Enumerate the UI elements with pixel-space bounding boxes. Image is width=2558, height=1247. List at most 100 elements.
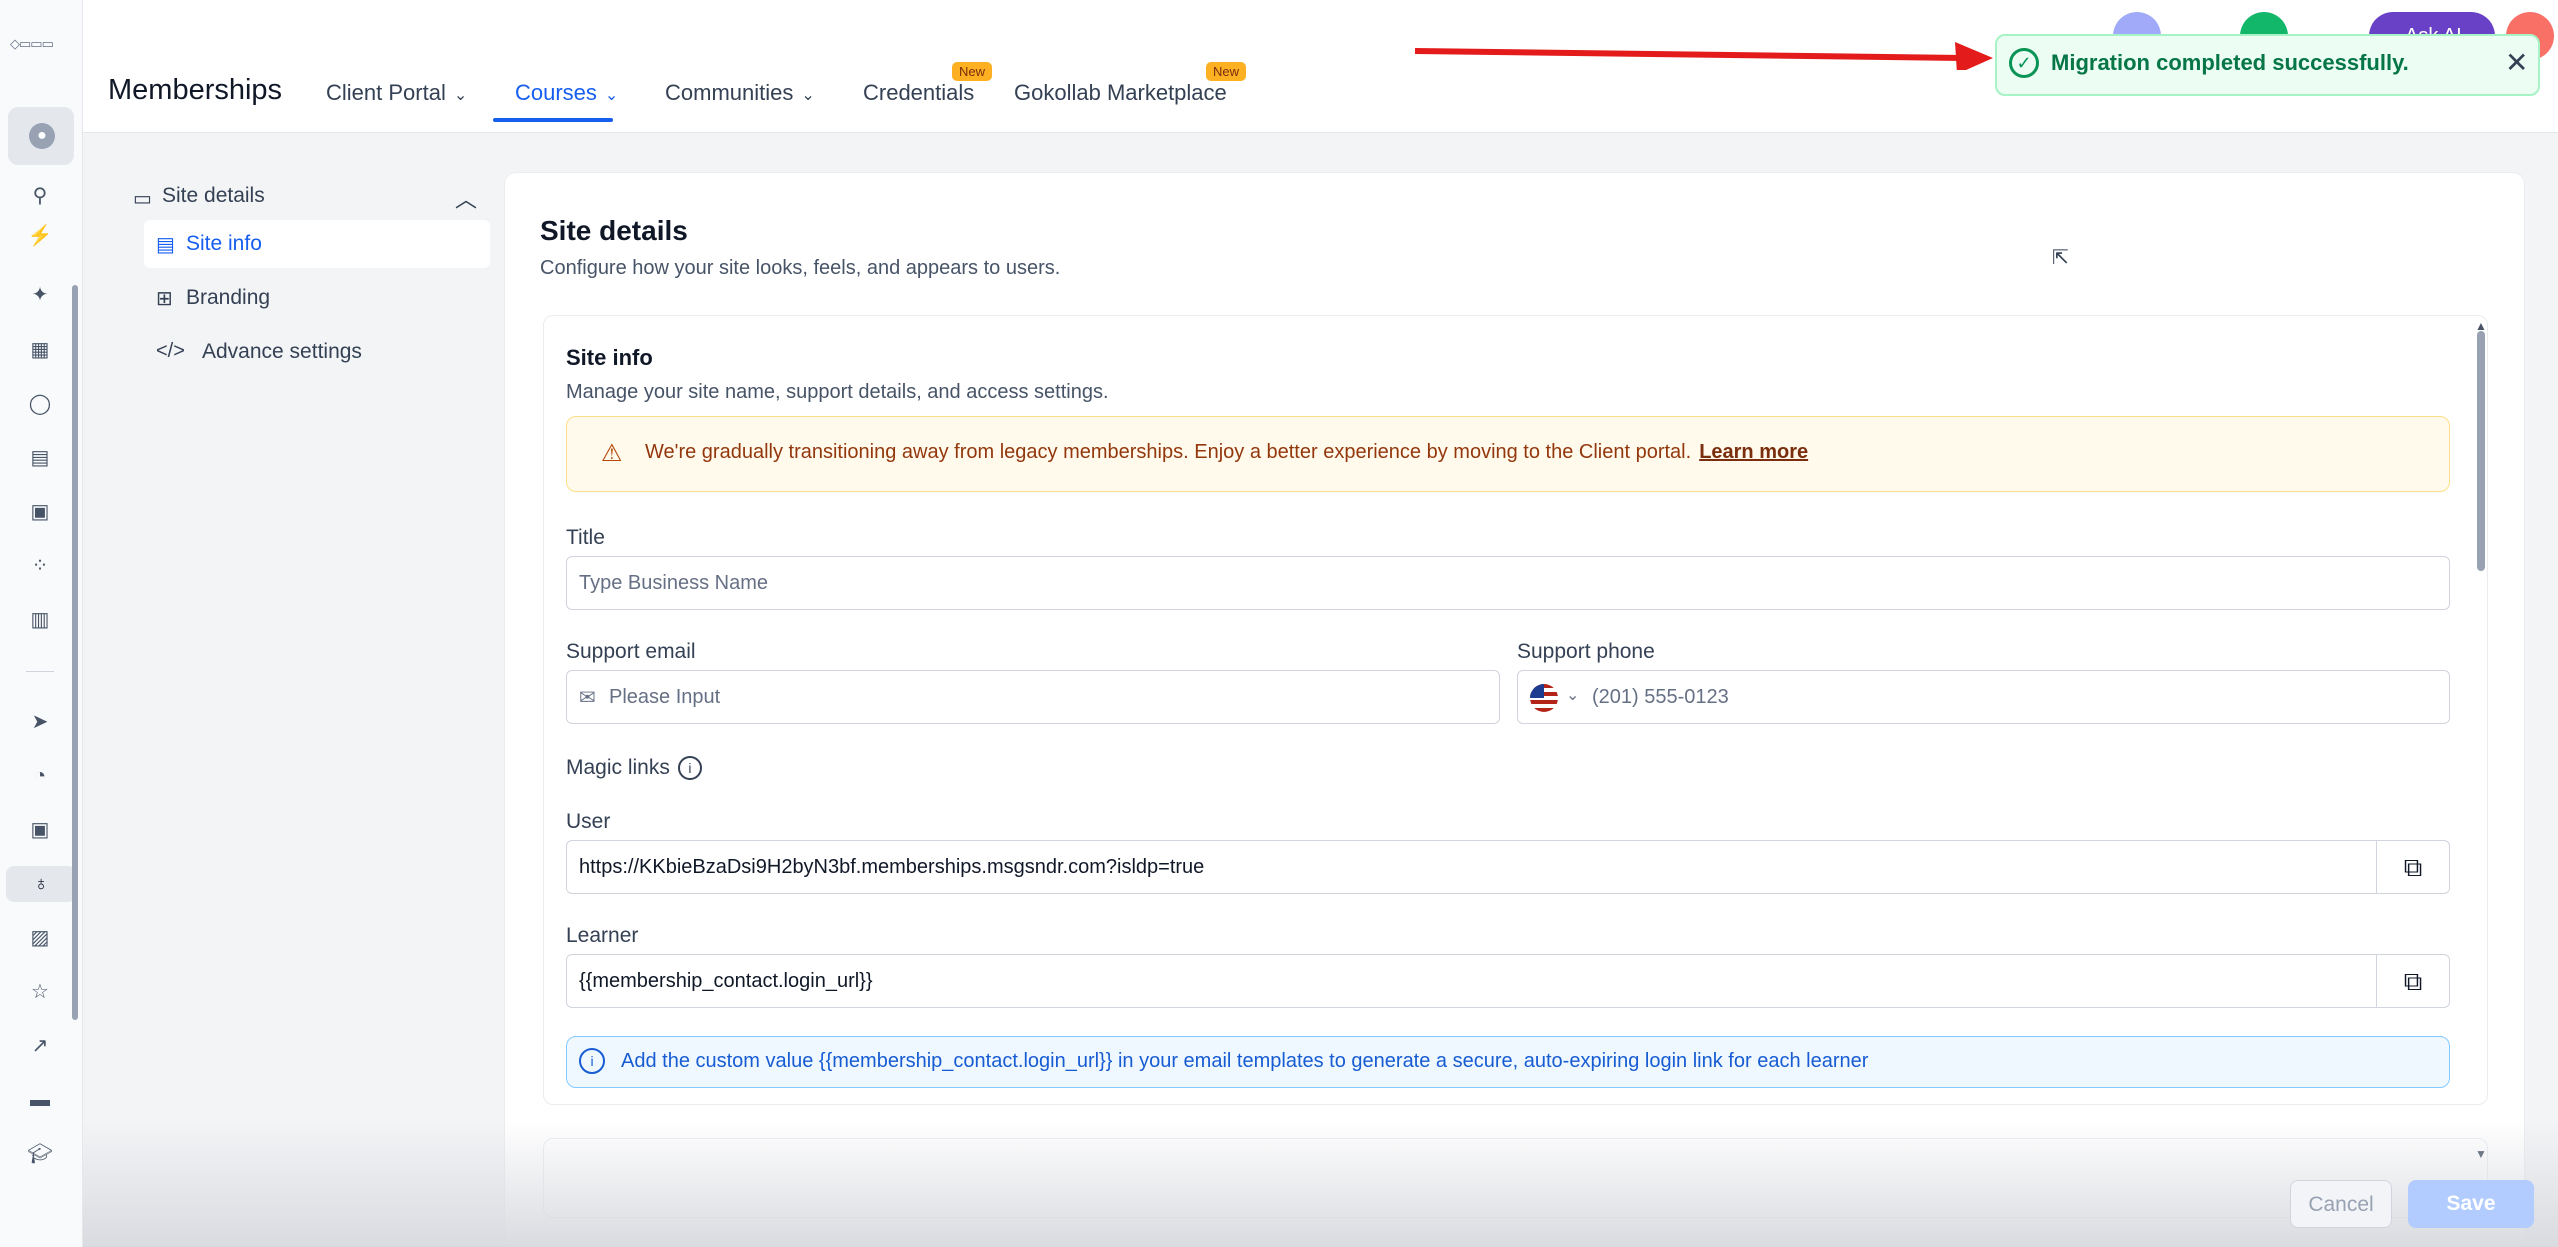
page-subtitle: Configure how your site looks, feels, an… bbox=[540, 257, 1061, 279]
subnav-item-branding[interactable]: ⊞ Branding bbox=[144, 274, 490, 322]
title-label: Title bbox=[566, 526, 605, 549]
payments-icon[interactable]: ▥ bbox=[20, 602, 60, 638]
toast-message: Migration completed successfully. bbox=[2051, 50, 2409, 75]
send-icon[interactable]: ➤ bbox=[20, 704, 60, 740]
tab-label: Courses bbox=[515, 80, 597, 105]
code-icon: </> bbox=[156, 340, 185, 362]
section-subtitle: Manage your site name, support details, … bbox=[566, 381, 1109, 403]
tab-label: Communities bbox=[665, 80, 794, 105]
success-toast: ✓ Migration completed successfully. ✕ bbox=[1995, 34, 2540, 96]
money-icon[interactable]: ▬ bbox=[20, 1082, 60, 1118]
save-button[interactable]: Save bbox=[2408, 1180, 2534, 1228]
user-magic-link-field[interactable]: https://KKbieBzaDsi9H2byN3bf.memberships… bbox=[566, 840, 2450, 894]
info-icon: i bbox=[579, 1048, 605, 1074]
support-email-label: Support email bbox=[566, 640, 696, 663]
user-magic-link-value: https://KKbieBzaDsi9H2byN3bf.memberships… bbox=[579, 856, 1205, 878]
subnav-header-label: Site details bbox=[162, 184, 265, 207]
warning-triangle-icon: ⚠ bbox=[601, 440, 623, 467]
user-label: User bbox=[566, 810, 611, 833]
section-title: Site info bbox=[566, 345, 653, 370]
copy-icon[interactable]: ⧉ bbox=[2376, 841, 2449, 893]
tab-gokollab-marketplace[interactable]: Gokollab Marketplace bbox=[1014, 80, 1227, 106]
new-badge: New bbox=[952, 62, 993, 81]
close-icon[interactable]: ✕ bbox=[2505, 46, 2528, 79]
title-input[interactable]: Type Business Name bbox=[566, 556, 2450, 610]
learner-magic-link-field[interactable]: {{membership_contact.login_url}} ⧉ bbox=[566, 954, 2450, 1008]
login-url-info-note: i Add the custom value {{membership_cont… bbox=[566, 1036, 2450, 1088]
tab-credentials[interactable]: Credentials bbox=[863, 80, 974, 106]
copy-icon[interactable]: ⧉ bbox=[2376, 955, 2449, 1007]
warning-text: We're gradually transitioning away from … bbox=[645, 441, 1692, 463]
subnav-item-site-info[interactable]: ▤ Site info bbox=[144, 220, 490, 268]
tab-courses[interactable]: Courses ⌄ bbox=[515, 80, 618, 106]
subnav-item-label: Advance settings bbox=[202, 340, 362, 363]
tab-communities[interactable]: Communities ⌄ bbox=[665, 80, 815, 106]
subnav-site-details[interactable]: ▭ Site details ︿ bbox=[133, 182, 483, 216]
info-note-text: Add the custom value {{membership_contac… bbox=[621, 1050, 1869, 1072]
title-placeholder: Type Business Name bbox=[579, 572, 768, 594]
trend-icon[interactable]: ↗ bbox=[20, 1028, 60, 1064]
learner-magic-link-value: {{membership_contact.login_url}} bbox=[579, 970, 873, 992]
tab-label: Gokollab Marketplace bbox=[1014, 80, 1227, 105]
sparkles-icon[interactable]: ✦ bbox=[20, 277, 60, 313]
chat-icon[interactable]: ◯ bbox=[20, 386, 60, 422]
mail-icon: ✉ bbox=[579, 687, 596, 709]
support-phone-input[interactable]: ⌄ (201) 555-0123 bbox=[1517, 670, 2450, 724]
new-badge: New bbox=[1206, 62, 1247, 81]
support-phone-label: Support phone bbox=[1517, 640, 1655, 663]
site-details-panel: Site details Configure how your site loo… bbox=[504, 172, 2525, 1247]
tab-client-portal[interactable]: Client Portal ⌄ bbox=[326, 80, 467, 106]
us-flag-icon[interactable] bbox=[1530, 684, 1558, 712]
id-card-icon: ▤ bbox=[156, 234, 175, 256]
next-section-card bbox=[543, 1138, 2488, 1218]
sites-icon[interactable]: ▣ bbox=[20, 812, 60, 848]
support-phone-placeholder: (201) 555-0123 bbox=[1592, 686, 1729, 708]
subnav-item-label: Site info bbox=[186, 232, 262, 255]
tab-label: Credentials bbox=[863, 80, 975, 105]
subnav-item-advance-settings[interactable]: </> Advance settings bbox=[144, 328, 490, 376]
support-email-input[interactable]: ✉ Please Input bbox=[566, 670, 1500, 724]
layout-icon: ⊞ bbox=[156, 288, 173, 310]
network-icon[interactable]: ⁘ bbox=[20, 548, 60, 584]
magic-links-label: Magic links bbox=[566, 756, 670, 779]
chevron-down-icon: ⌄ bbox=[453, 87, 468, 104]
chevron-down-icon[interactable]: ⌄ bbox=[1566, 685, 1579, 705]
lightning-icon[interactable]: ⚡ bbox=[20, 218, 60, 254]
learn-more-link[interactable]: Learn more bbox=[1699, 441, 1808, 463]
calendar-icon[interactable]: ▤ bbox=[20, 440, 60, 476]
rail-scrollbar[interactable] bbox=[72, 285, 78, 1020]
rail-divider bbox=[26, 671, 54, 672]
dashboard-icon[interactable]: ▦ bbox=[20, 332, 60, 368]
account-switcher[interactable]: ● bbox=[8, 107, 74, 165]
reputation-icon[interactable]: ◔ bbox=[20, 758, 60, 794]
active-tab-indicator bbox=[493, 118, 613, 122]
user-icon: ● bbox=[29, 123, 55, 149]
search-icon[interactable]: ⚲ bbox=[20, 178, 60, 214]
chevron-up-icon: ︿ bbox=[455, 187, 478, 212]
contacts-icon[interactable]: ▣ bbox=[20, 494, 60, 530]
monitor-icon: ▭ bbox=[133, 188, 152, 210]
mouse-cursor-icon: ⇱ bbox=[2052, 247, 2069, 269]
info-icon[interactable]: i bbox=[677, 756, 702, 781]
memberships-icon[interactable]: ♁ bbox=[6, 866, 76, 902]
chevron-down-icon: ⌄ bbox=[801, 87, 815, 104]
magic-links-heading: Magic links i bbox=[566, 756, 702, 781]
check-circle-icon: ✓ bbox=[2009, 48, 2039, 78]
chevron-down-icon: ⌄ bbox=[604, 87, 619, 104]
warning-text-wrap: We're gradually transitioning away from … bbox=[645, 441, 1808, 464]
logo: ◇▭▭▭ bbox=[10, 36, 54, 51]
media-icon[interactable]: ▨ bbox=[20, 920, 60, 956]
learner-label: Learner bbox=[566, 924, 639, 947]
legacy-warning-banner: ⚠ We're gradually transitioning away fro… bbox=[566, 416, 2450, 492]
annotation-arrow bbox=[1415, 42, 1993, 70]
page-title: Site details bbox=[540, 215, 688, 246]
graduation-cap-icon[interactable]: 🎓︎ bbox=[20, 1136, 60, 1172]
subnav-item-label: Branding bbox=[186, 286, 271, 309]
star-icon[interactable]: ☆ bbox=[20, 974, 60, 1010]
app-title: Memberships bbox=[108, 74, 283, 106]
tab-label: Client Portal bbox=[326, 80, 446, 105]
cancel-button[interactable]: Cancel bbox=[2290, 1180, 2392, 1228]
app-sidebar: ◇▭▭▭ ● ⚲ ⚡ ✦ ▦ ◯ ▤ ▣ ⁘ ▥ ➤ ◔ ▣ ♁ ▨ ☆ ↗ ▬… bbox=[0, 0, 83, 1247]
support-email-placeholder: Please Input bbox=[609, 686, 721, 708]
site-info-section: Site info Manage your site name, support… bbox=[543, 315, 2488, 1105]
